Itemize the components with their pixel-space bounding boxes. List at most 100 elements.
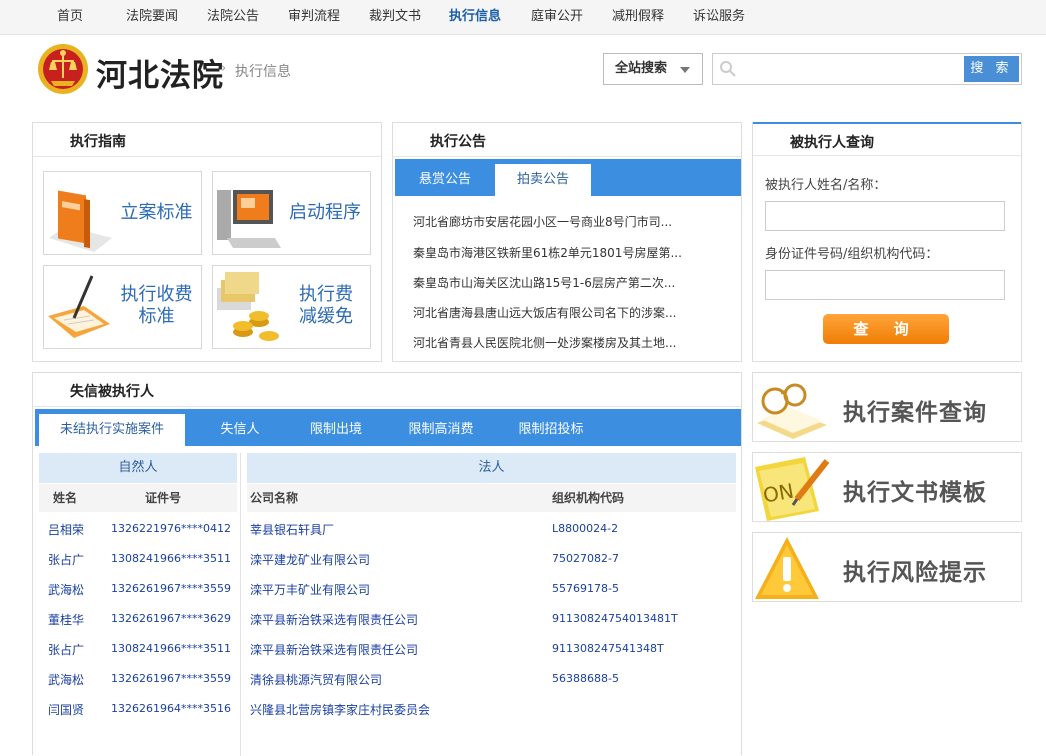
column-id: 证件号: [145, 491, 182, 505]
company-name[interactable]: 莘县银石轩具厂: [250, 521, 334, 538]
query-button[interactable]: 查 询: [823, 314, 949, 344]
tab-exit-restriction[interactable]: 限制出境: [291, 414, 381, 446]
org-code: L8800024-2: [552, 522, 619, 535]
announcement-item[interactable]: 秦皇岛市山海关区沈山路15号1-6层房产第二次...: [413, 274, 688, 291]
announcement-item[interactable]: 河北省廊坊市安居花园小区一号商业8号门市司...: [413, 213, 688, 230]
guide-card-label: 立案标准: [120, 202, 193, 223]
person-id: 1308241966****3511: [111, 642, 231, 655]
tab-dishonest[interactable]: 失信人: [195, 414, 285, 446]
writing-icon: [48, 275, 110, 338]
nav-trial-process[interactable]: 审判流程: [288, 0, 340, 34]
quick-link-case-query[interactable]: 执行案件查询: [752, 372, 1022, 442]
breadcrumb-current: 执行信息: [235, 64, 291, 80]
quick-link-document-templates[interactable]: ON 执行文书模板: [752, 452, 1022, 522]
person-id: 1326221976****0412: [111, 522, 231, 535]
person-name[interactable]: 张占广: [48, 551, 84, 568]
company-name[interactable]: 清徐县桃源汽贸有限公司: [250, 671, 382, 688]
legal-person-heading: 法人: [247, 453, 736, 483]
org-code: 911308247541348T: [552, 642, 664, 655]
execution-guide-panel: 执行指南 立案标准 启动程序 执行收费 标准 执行费 减缓免: [32, 122, 382, 362]
person-name[interactable]: 董桂华: [48, 611, 84, 628]
nav-trial-public[interactable]: 庭审公开: [531, 0, 583, 34]
id-input[interactable]: [765, 270, 1005, 300]
name-label: 被执行人姓名/名称：: [765, 178, 887, 193]
person-id: 1308241966****3511: [111, 552, 231, 565]
quick-link-label: 执行案件查询: [843, 400, 987, 426]
company-name[interactable]: 兴隆县北营房镇李家庄村民委员会: [250, 701, 430, 718]
nav-execution-info[interactable]: 执行信息: [449, 0, 501, 34]
guide-card-fee-reduction[interactable]: 执行费 减缓免: [212, 265, 371, 349]
breadcrumb-separator: ›: [221, 61, 227, 76]
tab-auction-notice[interactable]: 拍卖公告: [495, 164, 591, 196]
tab-unfinished-cases[interactable]: 未结执行实施案件: [39, 414, 185, 446]
warning-icon: [755, 537, 819, 599]
guide-card-start-procedure[interactable]: 启动程序: [212, 171, 371, 255]
panel-header: 失信被执行人: [33, 373, 741, 407]
company-name[interactable]: 滦平县新治铁采选有限责任公司: [250, 641, 418, 658]
document-pen-icon: ON: [755, 457, 830, 521]
natural-person-columns: 姓名 证件号: [39, 484, 237, 512]
quick-link-label: 执行风险提示: [843, 560, 987, 586]
tab-bidding-restriction[interactable]: 限制招投标: [501, 414, 601, 446]
announcement-item[interactable]: 河北省青县人民医院北侧一处涉案楼房及其土地...: [413, 334, 688, 351]
announcement-item[interactable]: 河北省唐海县唐山远大饭店有限公司名下的涉案...: [413, 304, 688, 321]
person-name[interactable]: 闫国贤: [48, 701, 84, 718]
person-name[interactable]: 武海松: [48, 581, 84, 598]
nav-home[interactable]: 首页: [57, 0, 83, 34]
nav-commutation[interactable]: 减刑假释: [612, 0, 664, 34]
company-name[interactable]: 滦平县新治铁采选有限责任公司: [250, 611, 418, 628]
coins-icon: [217, 272, 279, 341]
announcement-item[interactable]: 秦皇岛市海港区铁新里61栋2单元1801号房屋第...: [413, 244, 688, 261]
guide-card-label: 执行费 减缓免: [299, 284, 353, 327]
court-emblem-icon: [38, 44, 88, 94]
dishonest-persons-panel: 失信被执行人 未结执行实施案件 失信人 限制出境 限制高消费 限制招投标 自然人…: [32, 372, 742, 756]
org-code: 91130824754013481T: [552, 612, 678, 625]
column-company: 公司名称: [250, 491, 299, 505]
site-title: 河北法院: [96, 58, 224, 94]
nav-litigation-service[interactable]: 诉讼服务: [693, 0, 745, 34]
tab-reward-notice[interactable]: 悬赏公告: [395, 164, 495, 196]
search-icon: [720, 61, 736, 77]
search-box: 搜 索: [712, 53, 1022, 85]
person-id: 1326261967****3559: [111, 582, 231, 595]
nav-judgments[interactable]: 裁判文书: [369, 0, 421, 34]
person-name[interactable]: 武海松: [48, 671, 84, 688]
magnifier-book-icon: [757, 383, 827, 439]
search-scope-value: 全站搜索: [615, 61, 668, 76]
person-name[interactable]: 张占广: [48, 641, 84, 658]
org-code: 56388688-5: [552, 672, 619, 685]
column-name: 姓名: [53, 491, 78, 505]
column-code: 组织机构代码: [552, 491, 625, 505]
id-label: 身份证件号码/组织机构代码：: [765, 247, 939, 262]
panel-header: 被执行人查询: [753, 122, 1021, 156]
guide-card-fee-standard[interactable]: 执行收费 标准: [43, 265, 202, 349]
announcement-tabs: 悬赏公告 拍卖公告: [395, 159, 741, 196]
chevron-down-icon: [680, 67, 690, 73]
tab-consumption-restriction[interactable]: 限制高消费: [391, 414, 491, 446]
nav-court-notices[interactable]: 法院公告: [207, 0, 259, 34]
panel-title: 执行指南: [70, 134, 126, 150]
search-scope-select[interactable]: 全站搜索: [603, 53, 703, 85]
nav-court-news[interactable]: 法院要闻: [126, 0, 178, 34]
panel-header: 执行公告: [393, 123, 741, 157]
search-button[interactable]: 搜 索: [964, 56, 1019, 82]
panel-title: 失信被执行人: [70, 384, 154, 400]
org-code: 55769178-5: [552, 582, 619, 595]
search-input[interactable]: [741, 56, 961, 82]
quick-link-risk-warning[interactable]: 执行风险提示: [752, 532, 1022, 602]
top-nav: 首页 法院要闻 法院公告 审判流程 裁判文书 执行信息 庭审公开 减刑假释 诉讼…: [0, 0, 1046, 35]
execution-announcements-panel: 执行公告 悬赏公告 拍卖公告 河北省廊坊市安居花园小区一号商业8号门市司... …: [392, 122, 742, 362]
legal-person-columns: 公司名称 组织机构代码: [247, 484, 736, 512]
panel-header: 执行指南: [33, 123, 381, 157]
org-code: 75027082-7: [552, 552, 619, 565]
book-icon: [49, 190, 112, 252]
name-input[interactable]: [765, 201, 1005, 231]
person-id: 1326261967****3559: [111, 672, 231, 685]
person-id: 1326261967****3629: [111, 612, 231, 625]
guide-card-filing-standard[interactable]: 立案标准: [43, 171, 202, 255]
quick-link-label: 执行文书模板: [843, 480, 987, 506]
person-name[interactable]: 吕相荣: [48, 521, 84, 538]
column-divider: [240, 453, 241, 756]
company-name[interactable]: 滦平万丰矿业有限公司: [250, 581, 370, 598]
company-name[interactable]: 滦平建龙矿业有限公司: [250, 551, 370, 568]
